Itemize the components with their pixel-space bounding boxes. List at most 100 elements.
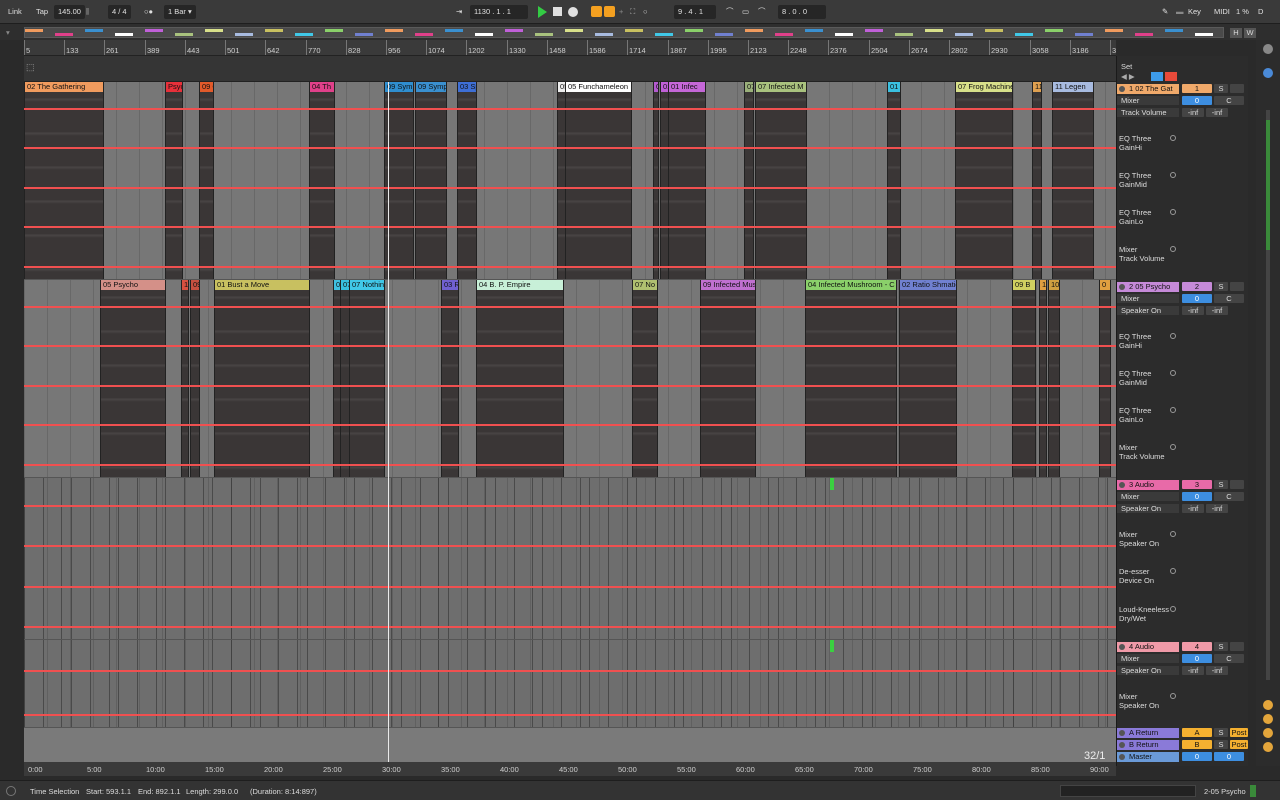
- track-lanes[interactable]: 02 The Gathering Psyc 09 C 04 Th 09 Sym09 Sy…: [24, 82, 1116, 762]
- lane-remove-icon[interactable]: [1170, 135, 1176, 141]
- audio-clip[interactable]: Psyc: [165, 82, 183, 279]
- track-header[interactable]: 1 02 The Gat: [1117, 84, 1179, 94]
- automation-envelope[interactable]: [24, 108, 1116, 110]
- link-button[interactable]: Link: [8, 5, 22, 19]
- return-post-button[interactable]: Post: [1230, 740, 1248, 749]
- track-fold-icon[interactable]: [1119, 86, 1125, 92]
- lock-button[interactable]: [1165, 72, 1177, 81]
- session-record-icon[interactable]: ○: [643, 5, 648, 19]
- automation-envelope[interactable]: [24, 266, 1116, 268]
- volume-field[interactable]: 0: [1182, 654, 1212, 663]
- draw-mode-icon[interactable]: ✎: [1162, 5, 1168, 19]
- nav-arrows-icon[interactable]: ◀ ▶: [1121, 72, 1135, 81]
- automation-envelope[interactable]: [24, 626, 1116, 628]
- return-fold-icon[interactable]: [1119, 730, 1125, 736]
- automation-envelope[interactable]: [24, 306, 1116, 308]
- crossfader-toggle-icon[interactable]: [1263, 742, 1273, 752]
- arrangement-position-field[interactable]: 1130 . 1 . 1: [470, 5, 528, 19]
- quantize-menu[interactable]: 1 Bar ▾: [164, 5, 196, 19]
- automation-envelope[interactable]: [24, 345, 1116, 347]
- info-view-icon[interactable]: [6, 786, 16, 796]
- overview-collapse-icon[interactable]: ▾: [6, 28, 16, 37]
- audio-clip[interactable]: 01 Infec: [668, 82, 706, 279]
- lane-remove-icon[interactable]: [1170, 444, 1176, 450]
- master-fold-icon[interactable]: [1119, 754, 1125, 760]
- overdub-button[interactable]: [591, 6, 602, 17]
- time-signature-field[interactable]: 4 / 4: [108, 5, 131, 19]
- audio-clip[interactable]: 04 Infected Mushroom - C: [805, 280, 897, 477]
- punch-in-icon[interactable]: ⌒: [726, 5, 734, 19]
- audio-clip[interactable]: 07 Nothin: [349, 280, 385, 477]
- audio-clip[interactable]: 07 Infected M: [755, 82, 807, 279]
- track-fold-icon[interactable]: [1119, 482, 1125, 488]
- solo-button[interactable]: S: [1214, 84, 1228, 93]
- device-chooser[interactable]: Mixer: [1117, 294, 1179, 303]
- automation-envelope[interactable]: [24, 147, 1116, 149]
- return-track-header[interactable]: B Return: [1117, 740, 1179, 750]
- audio-clip[interactable]: 09 Infected Mus: [700, 280, 756, 477]
- time-ruler[interactable]: 0:00 5:00 10:00 15:00 20:00 25:00 30:00 35:00 40…: [24, 762, 1116, 776]
- follow-icon[interactable]: ⇥: [456, 5, 462, 19]
- lane-remove-icon[interactable]: [1170, 693, 1176, 699]
- arm-button[interactable]: [1230, 84, 1244, 93]
- tap-tempo-button[interactable]: Tap: [36, 5, 48, 19]
- stop-button[interactable]: [553, 7, 562, 16]
- lane-remove-icon[interactable]: [1170, 172, 1176, 178]
- beat-time-ruler[interactable]: 5 133 261 389 443 501 642 770 828 956 1074 1202 1330…: [24, 40, 1116, 56]
- audio-clip[interactable]: 1: [1039, 280, 1047, 477]
- volume-field[interactable]: 0: [1182, 294, 1212, 303]
- automation-envelope[interactable]: [24, 464, 1116, 466]
- lane-remove-icon[interactable]: [1170, 568, 1176, 574]
- solo-button[interactable]: S: [1214, 480, 1228, 489]
- automation-envelope[interactable]: [24, 226, 1116, 228]
- io-toggle-icon[interactable]: [1263, 68, 1273, 78]
- return-track-header[interactable]: A Return: [1117, 728, 1179, 738]
- key-map-button[interactable]: Key: [1188, 5, 1201, 19]
- automation-arm-button[interactable]: [604, 6, 615, 17]
- automation-envelope[interactable]: [24, 385, 1116, 387]
- metronome-icon[interactable]: ○●: [144, 5, 153, 19]
- lane-remove-icon[interactable]: [1170, 333, 1176, 339]
- capture-icon[interactable]: ⛶: [630, 5, 635, 19]
- pan-field[interactable]: C: [1214, 654, 1244, 663]
- device-chooser[interactable]: Mixer: [1117, 492, 1179, 501]
- audio-clip[interactable]: 03 Sp: [457, 82, 477, 279]
- track-header[interactable]: 3 Audio: [1117, 480, 1179, 490]
- audio-clip[interactable]: 02 The Gathering: [24, 82, 104, 279]
- lane-remove-icon[interactable]: [1170, 531, 1176, 537]
- lane-remove-icon[interactable]: [1170, 606, 1176, 612]
- parameter-chooser[interactable]: Speaker On: [1117, 666, 1179, 675]
- mixer-toggle-icon[interactable]: [1263, 728, 1273, 738]
- solo-button[interactable]: S: [1214, 642, 1228, 651]
- parameter-chooser[interactable]: Speaker On: [1117, 306, 1179, 315]
- automation-envelope[interactable]: [24, 670, 1116, 672]
- lane-remove-icon[interactable]: [1170, 407, 1176, 413]
- track-fold-icon[interactable]: [1119, 284, 1125, 290]
- volume-field[interactable]: 0: [1182, 96, 1212, 105]
- play-button[interactable]: [538, 6, 547, 18]
- midi-map-button[interactable]: MIDI: [1214, 5, 1230, 19]
- audio-clip[interactable]: 1: [181, 280, 189, 477]
- loop-length-field[interactable]: 8 . 0 . 0: [778, 5, 826, 19]
- track-activator[interactable]: 1: [1182, 84, 1212, 93]
- return-post-button[interactable]: Post: [1230, 728, 1248, 737]
- tempo-field[interactable]: 145.00: [54, 5, 85, 19]
- audio-clip[interactable]: 09: [190, 280, 200, 477]
- overview-h-button[interactable]: H: [1230, 28, 1242, 38]
- solo-button[interactable]: S: [1214, 282, 1228, 291]
- return-activator[interactable]: A: [1182, 728, 1212, 737]
- automation-envelope[interactable]: [24, 505, 1116, 507]
- track-lane[interactable]: 05 Psycho10901 Bust a Move00707 Nothin03…: [24, 280, 1116, 478]
- lane-remove-icon[interactable]: [1170, 209, 1176, 215]
- volume-field[interactable]: 0: [1182, 492, 1212, 501]
- arm-button[interactable]: [1230, 282, 1244, 291]
- loop-switch-icon[interactable]: ▭: [742, 5, 749, 19]
- return-solo-button[interactable]: S: [1214, 740, 1228, 749]
- audio-clip[interactable]: 03 Re: [441, 280, 459, 477]
- lane-remove-icon[interactable]: [1170, 246, 1176, 252]
- audio-clip[interactable]: 07 No: [632, 280, 658, 477]
- audio-clip[interactable]: 11: [1032, 82, 1042, 279]
- automation-envelope[interactable]: [24, 424, 1116, 426]
- audio-clip[interactable]: 11 Legen: [1052, 82, 1094, 279]
- track-lane[interactable]: 02 The Gathering Psyc 09 C 04 Th 09 Sym09 Sy…: [24, 82, 1116, 280]
